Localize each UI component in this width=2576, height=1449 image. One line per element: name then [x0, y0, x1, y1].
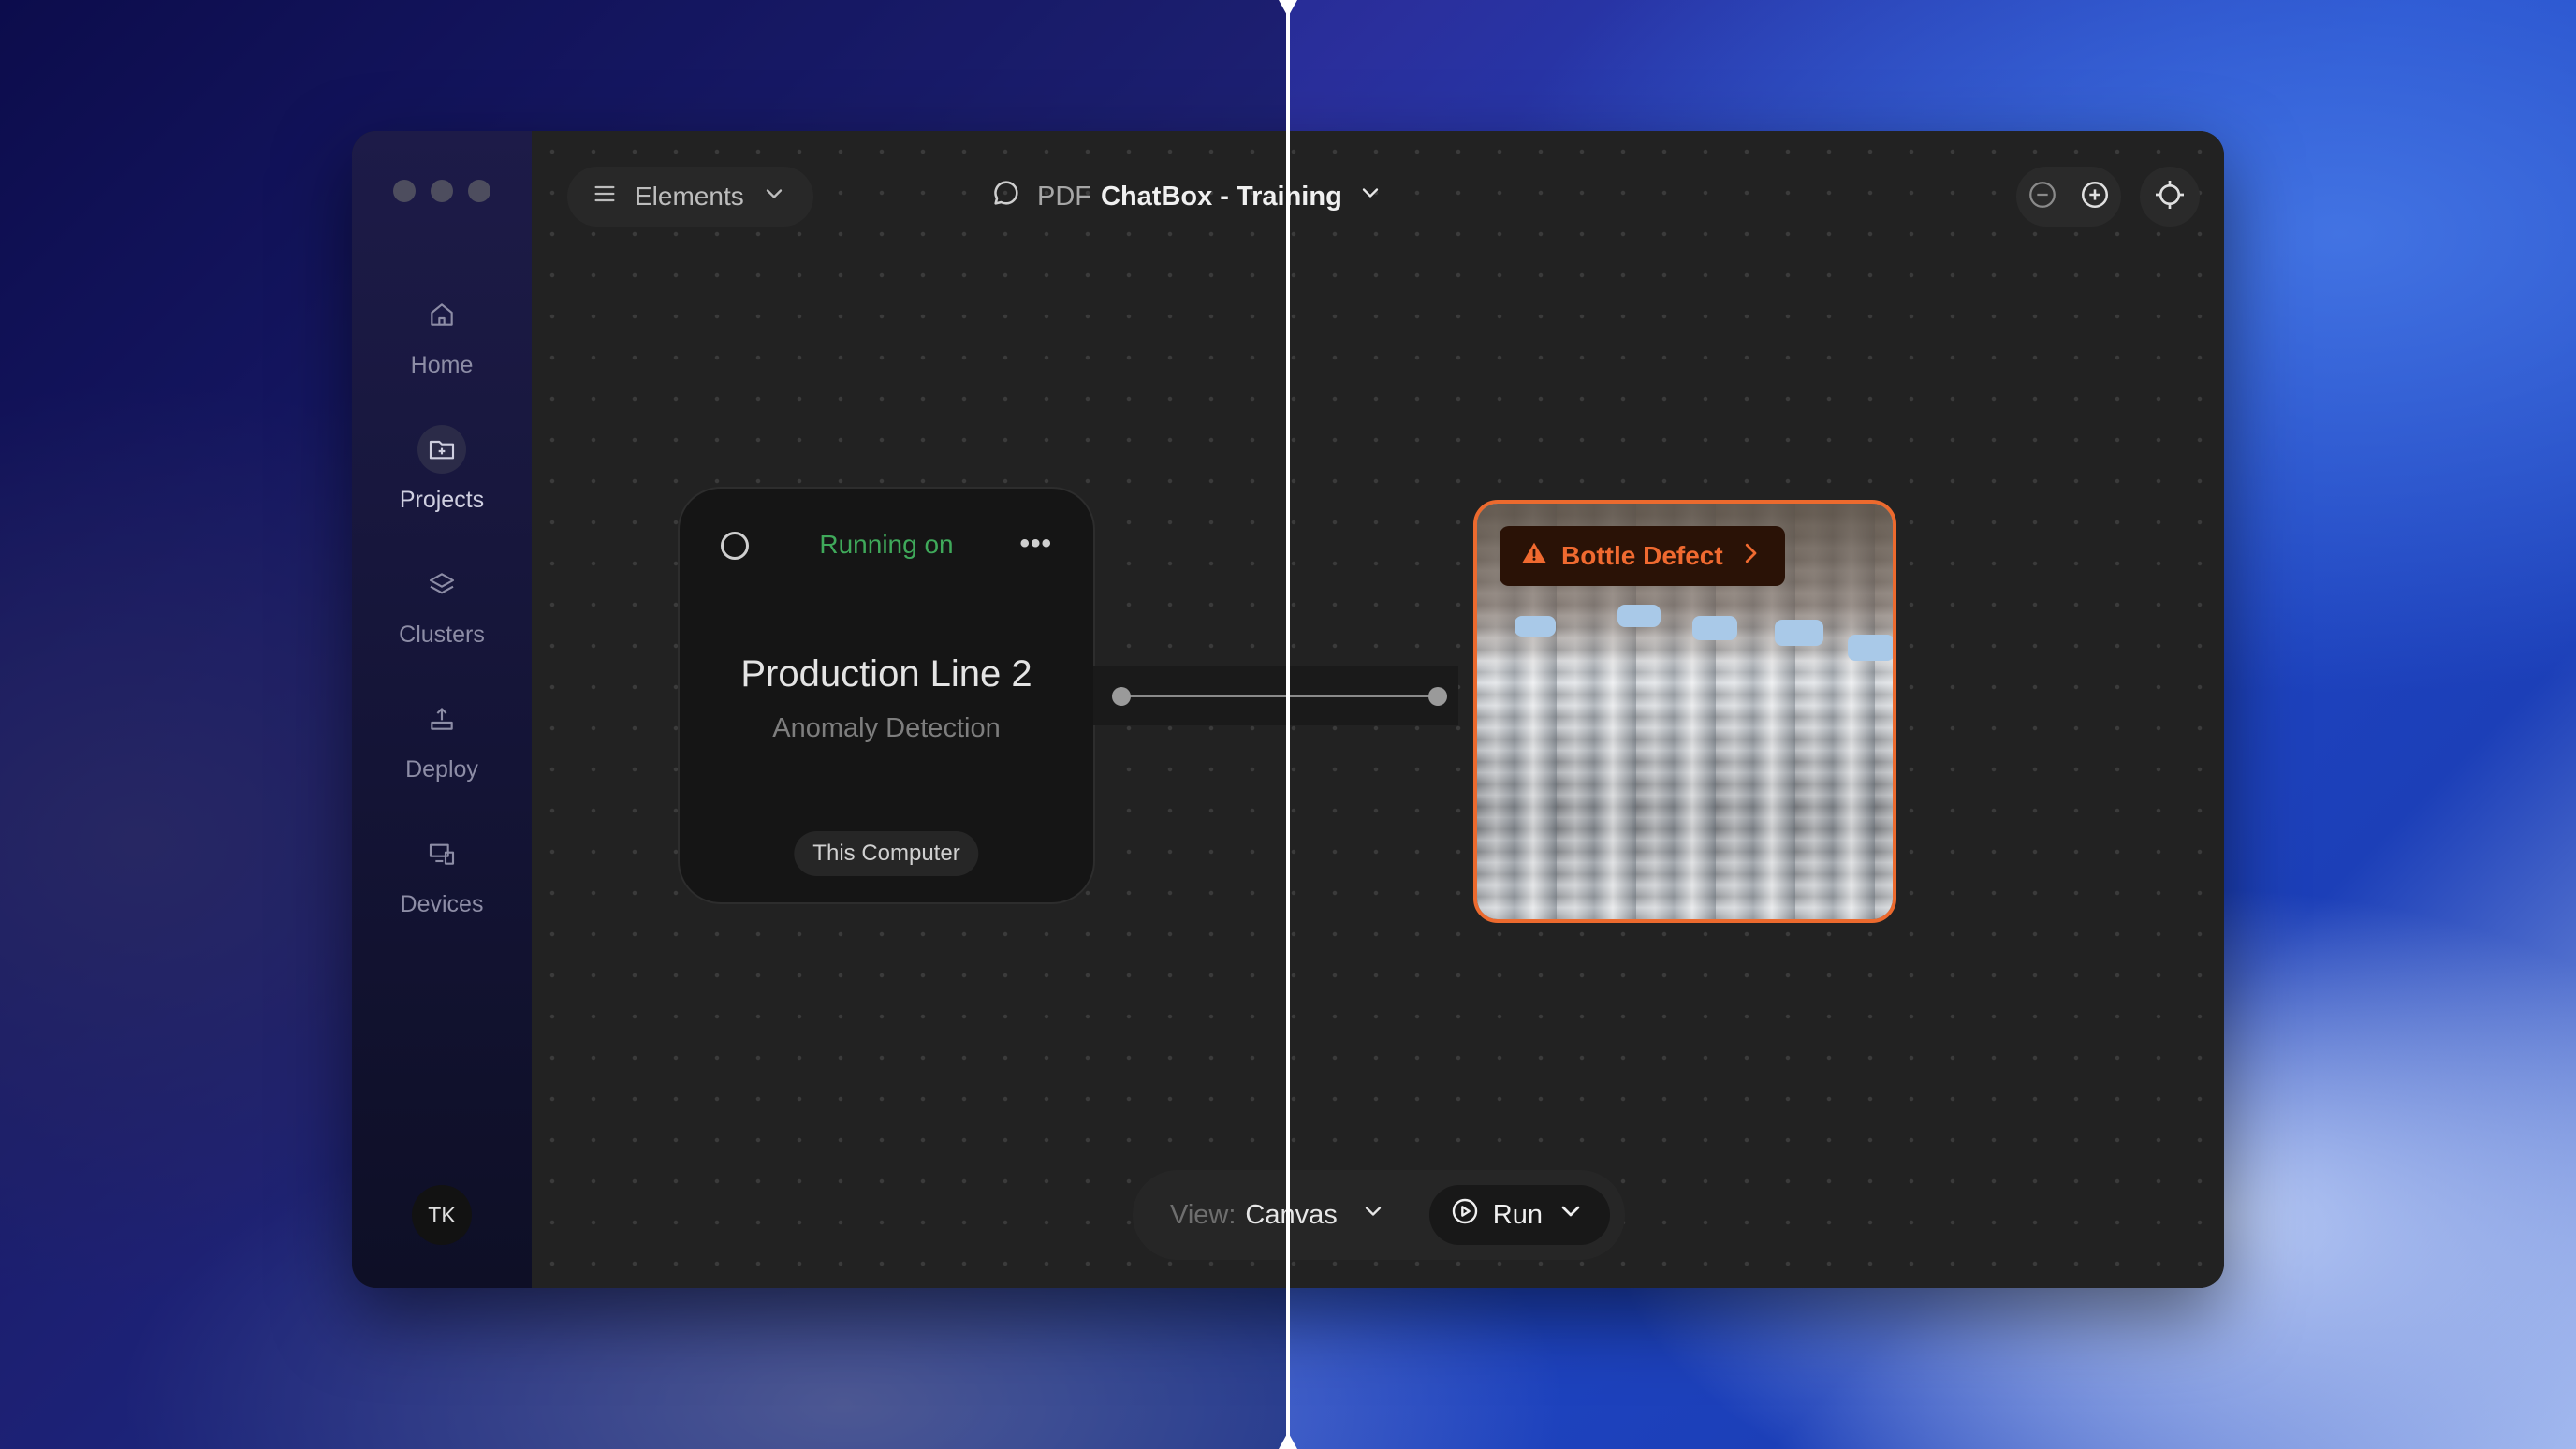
elements-menu-button[interactable]: Elements: [567, 167, 813, 227]
chevron-down-icon: [1347, 1198, 1386, 1232]
zoom-in-icon[interactable]: [2079, 179, 2111, 215]
defect-alert-badge[interactable]: Bottle Defect: [1500, 526, 1785, 586]
node-title: Production Line 2: [740, 653, 1032, 695]
minimize-window-button[interactable]: [431, 180, 453, 202]
sidebar-item-projects[interactable]: Projects: [352, 425, 532, 514]
view-key: View:: [1170, 1199, 1237, 1230]
upload-icon: [417, 695, 466, 743]
window-controls: [393, 180, 490, 202]
defect-image-card[interactable]: Bottle Defect: [1473, 500, 1896, 923]
project-title-prefix: PDF: [1037, 181, 1091, 212]
sidebar-item-deploy[interactable]: Deploy: [352, 695, 532, 783]
maximize-window-button[interactable]: [468, 180, 490, 202]
layers-icon: [417, 560, 466, 608]
view-value: Canvas: [1245, 1199, 1338, 1230]
bottle-cap: [1848, 635, 1893, 661]
play-circle-icon: [1450, 1196, 1480, 1234]
crosshair-icon: [2153, 178, 2187, 216]
chat-bubble-icon: [990, 177, 1022, 216]
chevron-down-icon: [761, 181, 787, 213]
chevron-down-icon: [1556, 1196, 1586, 1234]
connection-end-handle[interactable]: [1428, 687, 1447, 706]
bottle-cap: [1692, 616, 1737, 640]
run-button[interactable]: Run: [1428, 1185, 1610, 1245]
defect-label: Bottle Defect: [1561, 541, 1723, 570]
compare-slider-handle-top[interactable]: [1279, 0, 1297, 17]
sidebar-item-home[interactable]: Home: [352, 290, 532, 379]
zoom-controls: [2016, 167, 2121, 227]
project-title-dropdown[interactable]: PDF ChatBox - Training: [990, 168, 1383, 225]
connection-start-handle[interactable]: [1112, 687, 1131, 706]
run-label: Run: [1492, 1199, 1543, 1230]
node-subtitle: Anomaly Detection: [772, 713, 1001, 743]
elements-label: Elements: [635, 182, 744, 211]
devices-icon: [417, 829, 466, 878]
sidebar-item-label: Home: [410, 352, 474, 378]
pipeline-node-card[interactable]: Running on ••• Production Line 2 Anomaly…: [678, 487, 1095, 904]
sidebar: Home Projects Clusters Deploy Devices TK: [352, 131, 532, 1288]
view-selector[interactable]: View: Canvas: [1170, 1170, 1386, 1260]
zoom-out-icon[interactable]: [2027, 179, 2058, 215]
sidebar-item-label: Projects: [399, 487, 485, 513]
sidebar-item-label: Devices: [400, 891, 484, 917]
workflow-canvas[interactable]: Elements PDF ChatBox - Training Running …: [532, 131, 2224, 1288]
bottle-cap: [1617, 605, 1661, 627]
home-icon: [417, 290, 466, 339]
bottle-cap: [1515, 616, 1556, 637]
recenter-button[interactable]: [2140, 167, 2200, 227]
connection-line: [1121, 695, 1440, 697]
bottom-toolbar: View: Canvas Run: [1133, 1170, 1625, 1260]
warning-icon: [1520, 539, 1548, 574]
more-options-icon[interactable]: •••: [1019, 528, 1052, 560]
sidebar-item-label: Clusters: [399, 622, 485, 648]
device-badge[interactable]: This Computer: [794, 831, 979, 876]
sidebar-item-devices[interactable]: Devices: [352, 829, 532, 918]
sidebar-item-label: Deploy: [405, 756, 478, 783]
sidebar-item-clusters[interactable]: Clusters: [352, 560, 532, 649]
chevron-down-icon: [1357, 180, 1383, 213]
bottle-cap: [1775, 620, 1823, 646]
close-window-button[interactable]: [393, 180, 416, 202]
menu-icon: [592, 181, 618, 213]
avatar[interactable]: TK: [412, 1185, 472, 1245]
chevron-right-icon: [1736, 539, 1764, 574]
compare-slider-handle-bottom[interactable]: [1279, 1432, 1297, 1449]
compare-slider-divider[interactable]: [1286, 0, 1290, 1449]
folder-plus-icon: [417, 425, 466, 474]
project-title: ChatBox - Training: [1101, 181, 1342, 212]
